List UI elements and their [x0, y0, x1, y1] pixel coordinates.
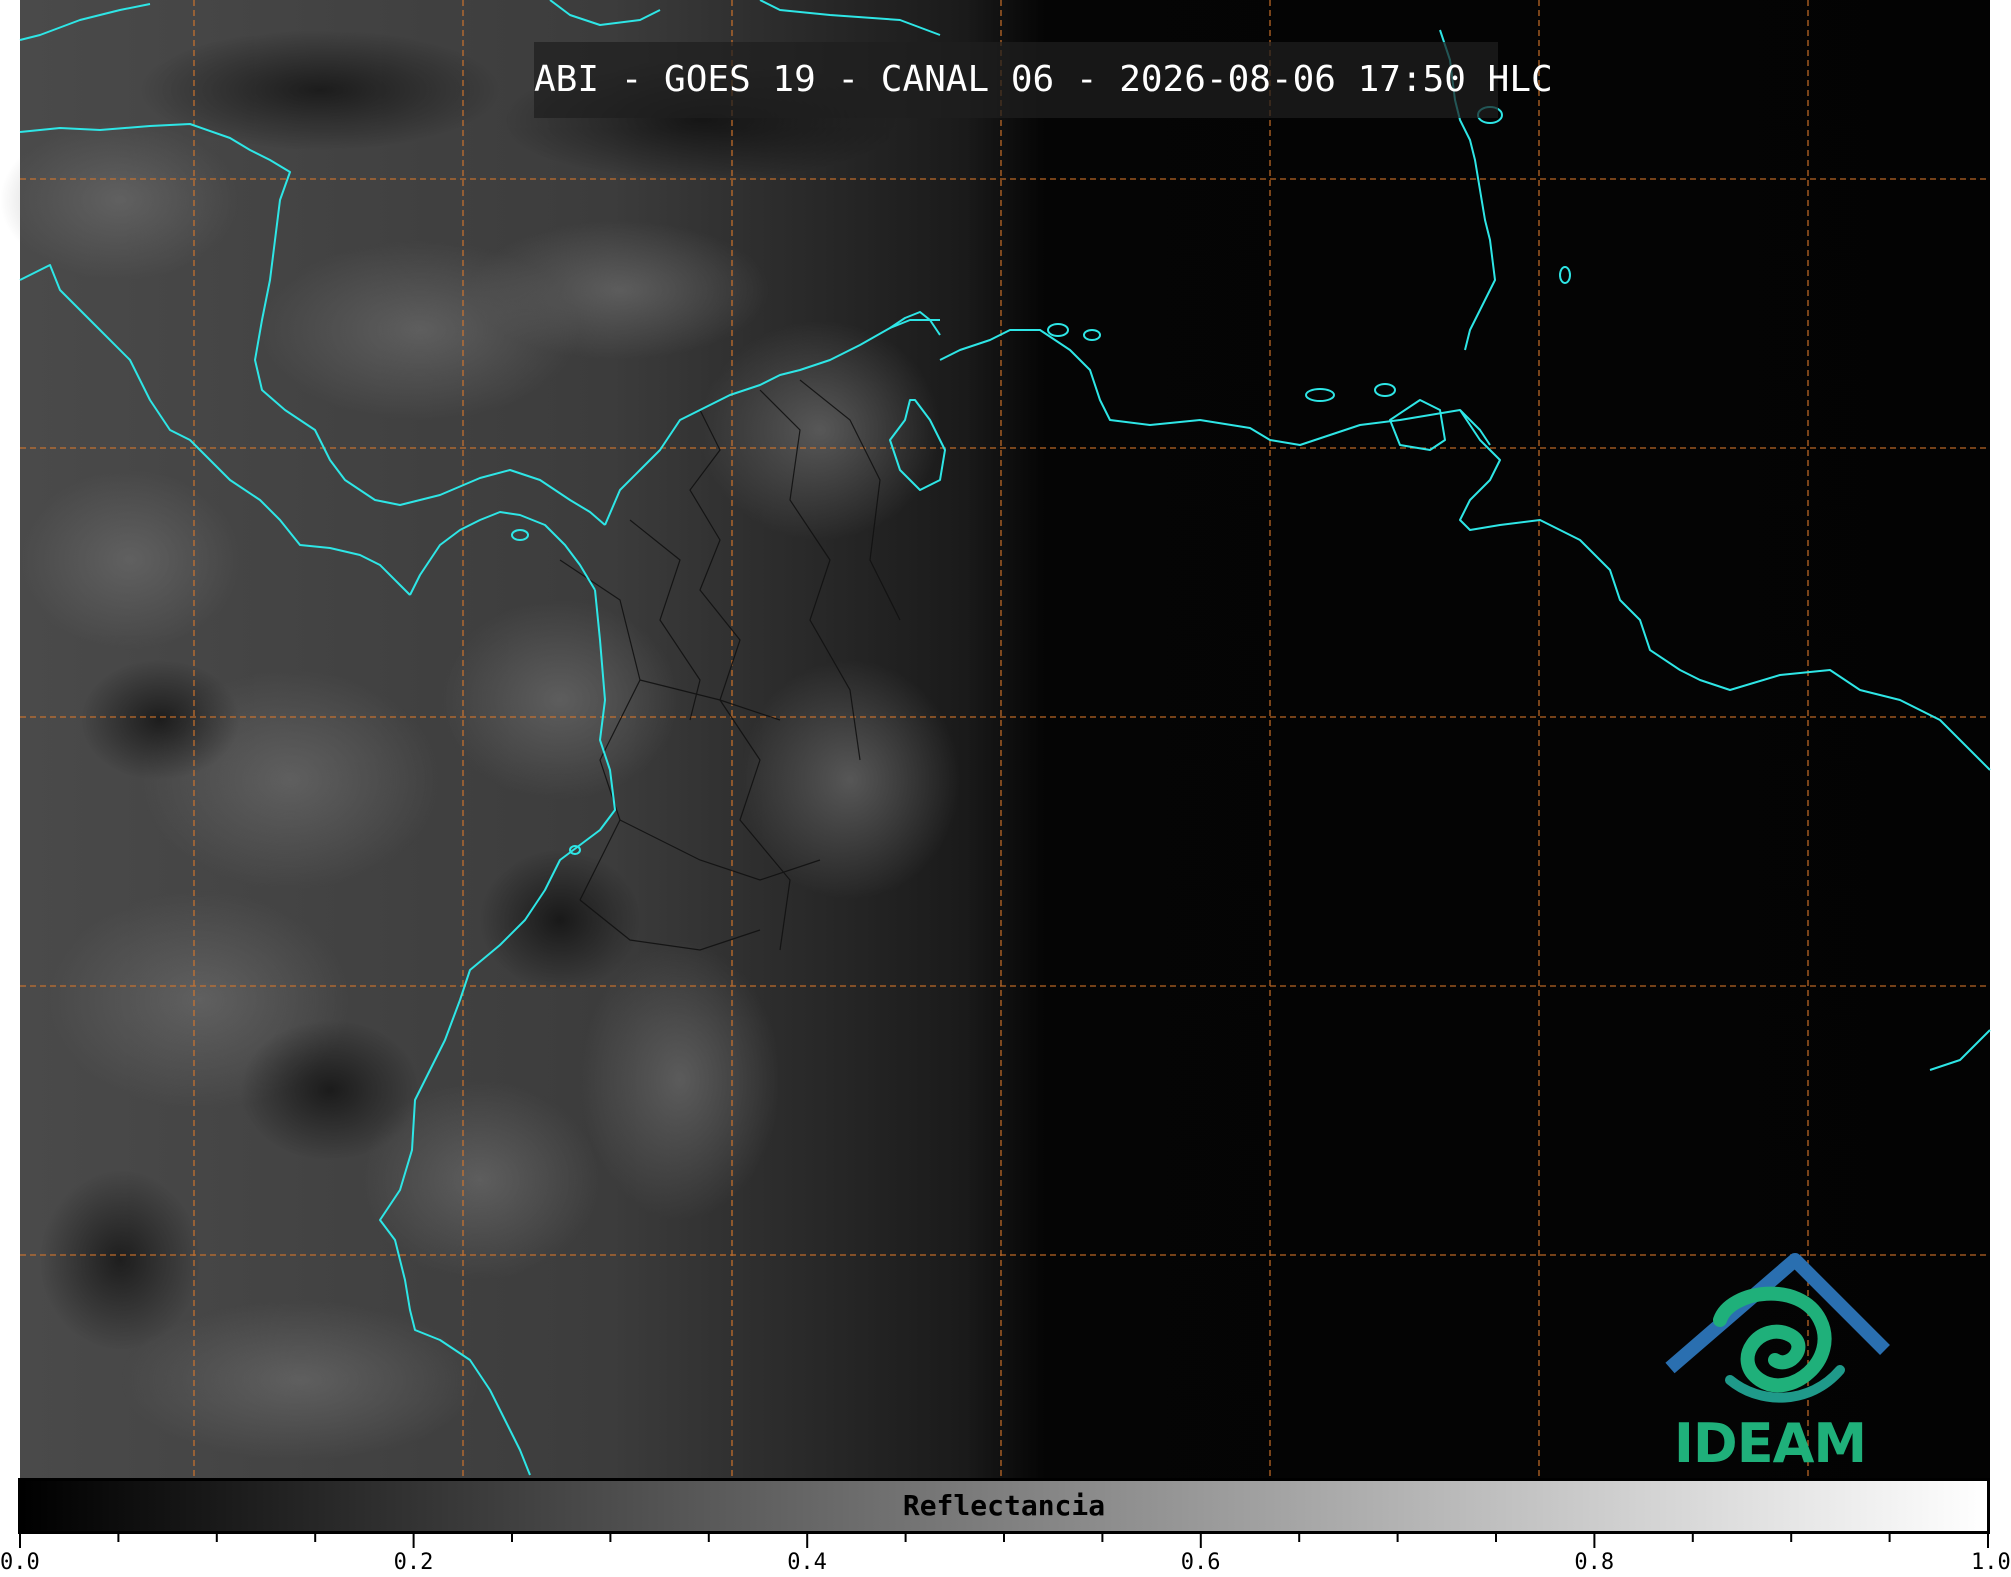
- colorbar-tick-label: 0.8: [1574, 1550, 1615, 1575]
- colorbar-tick-label: 0.0: [0, 1550, 40, 1575]
- image-title: ABI - GOES 19 - CANAL 06 - 2026-08-06 17…: [534, 59, 1553, 100]
- colorbar-label: Reflectancia: [902, 1489, 1106, 1522]
- colorbar-tick-label: 0.6: [1180, 1550, 1221, 1575]
- ideam-logo-text: IDEAM: [1673, 1412, 1867, 1475]
- colorbar-tick-label: 0.2: [393, 1550, 434, 1575]
- satellite-map: [0, 0, 1991, 1478]
- satellite-image-view: ABI - GOES 19 - CANAL 06 - 2026-08-06 17…: [0, 0, 2011, 1577]
- colorbar-tick-label: 0.4: [787, 1550, 827, 1575]
- colorbar-tick-label: 1.0: [1971, 1550, 2011, 1575]
